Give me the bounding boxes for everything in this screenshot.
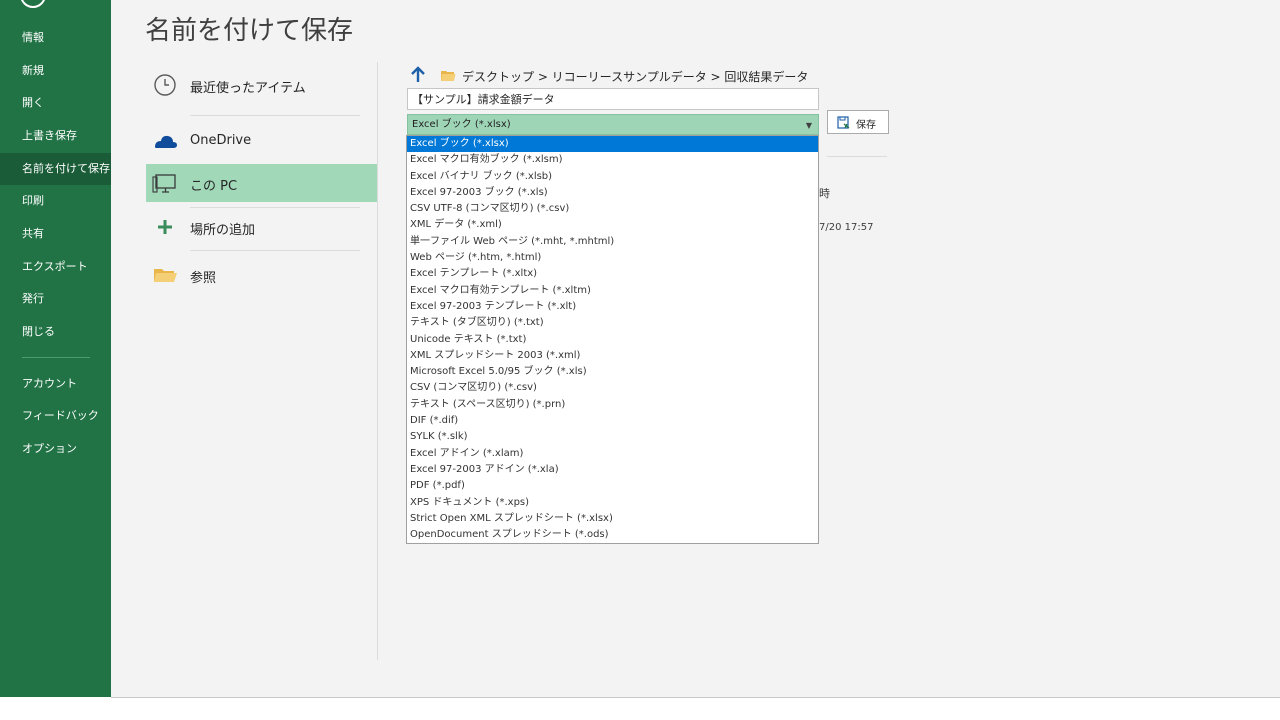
file-type-option[interactable]: DIF (*.dif) [407,413,818,429]
location-label: 参照 [190,271,217,286]
nav-item-new[interactable]: 新規 [0,55,111,87]
file-type-option[interactable]: Excel 97-2003 アドイン (*.xla) [407,462,818,478]
backstage-nav: 情報 新規 開く 上書き保存 名前を付けて保存 印刷 共有 エクスポート 発行 … [0,0,111,697]
save-button-label: 保存 [856,120,876,131]
file-type-selected: Excel ブック (*.xlsx) [412,119,511,130]
file-type-option[interactable]: XPS ドキュメント (*.xps) [407,495,818,511]
location-label: OneDrive [190,133,252,148]
file-type-option[interactable]: Microsoft Excel 5.0/95 ブック (*.xls) [407,364,818,380]
location-onedrive[interactable]: OneDrive [146,122,377,160]
nav-item-save-as[interactable]: 名前を付けて保存 [0,153,111,185]
plus-icon [158,220,172,234]
folder-icon [441,71,456,81]
file-type-option[interactable]: Excel バイナリ ブック (*.xlsb) [407,169,818,185]
file-type-option[interactable]: CSV (コンマ区切り) (*.csv) [407,380,818,396]
file-type-select[interactable]: Excel ブック (*.xlsx) ▼ [407,114,819,135]
file-type-option[interactable]: テキスト (スペース区切り) (*.prn) [407,397,818,413]
back-button[interactable] [20,0,46,8]
file-type-option[interactable]: テキスト (タブ区切り) (*.txt) [407,315,818,331]
file-type-list: Excel ブック (*.xlsx) Excel マクロ有効ブック (*.xlsm… [406,135,819,544]
filename-input[interactable] [407,88,819,110]
page-title: 名前を付けて保存 [145,16,354,46]
file-type-option[interactable]: CSV UTF-8 (コンマ区切り) (*.csv) [407,201,818,217]
file-type-option[interactable]: Web ページ (*.htm, *.html) [407,250,818,266]
nav-item-save[interactable]: 上書き保存 [0,120,111,152]
file-type-option[interactable]: Excel ブック (*.xlsx) [407,136,818,153]
location-add-place[interactable]: 場所の追加 [146,208,377,246]
file-type-option[interactable]: Excel マクロ有効ブック (*.xlsm) [407,152,818,168]
nav-item-feedback[interactable]: フィードバック [0,400,111,432]
save-icon [837,116,850,129]
nav-item-info[interactable]: 情報 [0,22,111,54]
file-type-option[interactable]: PDF (*.pdf) [407,478,818,494]
save-button[interactable]: 保存 [827,110,889,134]
location-label: 場所の追加 [190,223,256,238]
nav-item-options[interactable]: オプション [0,433,111,465]
location-recent[interactable]: 最近使ったアイテム [146,66,377,104]
nav-item-open[interactable]: 開く [0,87,111,119]
nav-item-publish[interactable]: 発行 [0,283,111,315]
location-divider [190,115,360,116]
file-type-option[interactable]: XML データ (*.xml) [407,217,818,233]
file-type-option[interactable]: Strict Open XML スプレッドシート (*.xlsx) [407,511,818,527]
file-type-option[interactable]: Excel 97-2003 ブック (*.xls) [407,185,818,201]
location-browse[interactable]: 参照 [146,256,377,294]
file-type-option[interactable]: Excel マクロ有効テンプレート (*.xltm) [407,283,818,299]
chevron-down-icon: ▼ [805,121,812,130]
file-type-option[interactable]: SYLK (*.slk) [407,429,818,445]
clock-icon [154,74,176,96]
file-type-option[interactable]: Excel テンプレート (*.xltx) [407,266,818,282]
location-this-pc[interactable]: この PC [146,164,377,202]
location-label: 最近使ったアイテム [190,81,306,96]
bottom-border [111,697,1280,698]
file-type-option[interactable]: Unicode テキスト (*.txt) [407,332,818,348]
nav-item-export[interactable]: エクスポート [0,251,111,283]
nav-item-close[interactable]: 閉じる [0,316,111,348]
file-type-option[interactable]: Excel 97-2003 テンプレート (*.xlt) [407,299,818,315]
computer-icon [152,174,176,193]
nav-divider [22,357,90,358]
location-divider [190,250,360,251]
file-list-divider [827,156,887,157]
file-type-option[interactable]: XML スプレッドシート 2003 (*.xml) [407,348,818,364]
nav-item-account[interactable]: アカウント [0,368,111,400]
column-divider [377,62,378,660]
nav-item-share[interactable]: 共有 [0,218,111,250]
cloud-icon [155,135,177,148]
column-header-modified[interactable]: 時 [819,185,830,201]
file-type-option[interactable]: Excel アドイン (*.xlam) [407,446,818,462]
location-label: この PC [190,179,238,194]
up-arrow-icon[interactable] [410,66,426,84]
file-row-date: 7/20 17:57 [819,222,874,233]
folder-icon [154,269,177,282]
breadcrumb-path[interactable]: デスクトップ > リコーリースサンプルデータ > 回収結果データ [462,68,808,85]
file-type-option[interactable]: OpenDocument スプレッドシート (*.ods) [407,527,818,543]
file-type-option[interactable]: 単一ファイル Web ページ (*.mht, *.mhtml) [407,234,818,250]
nav-item-print[interactable]: 印刷 [0,185,111,217]
